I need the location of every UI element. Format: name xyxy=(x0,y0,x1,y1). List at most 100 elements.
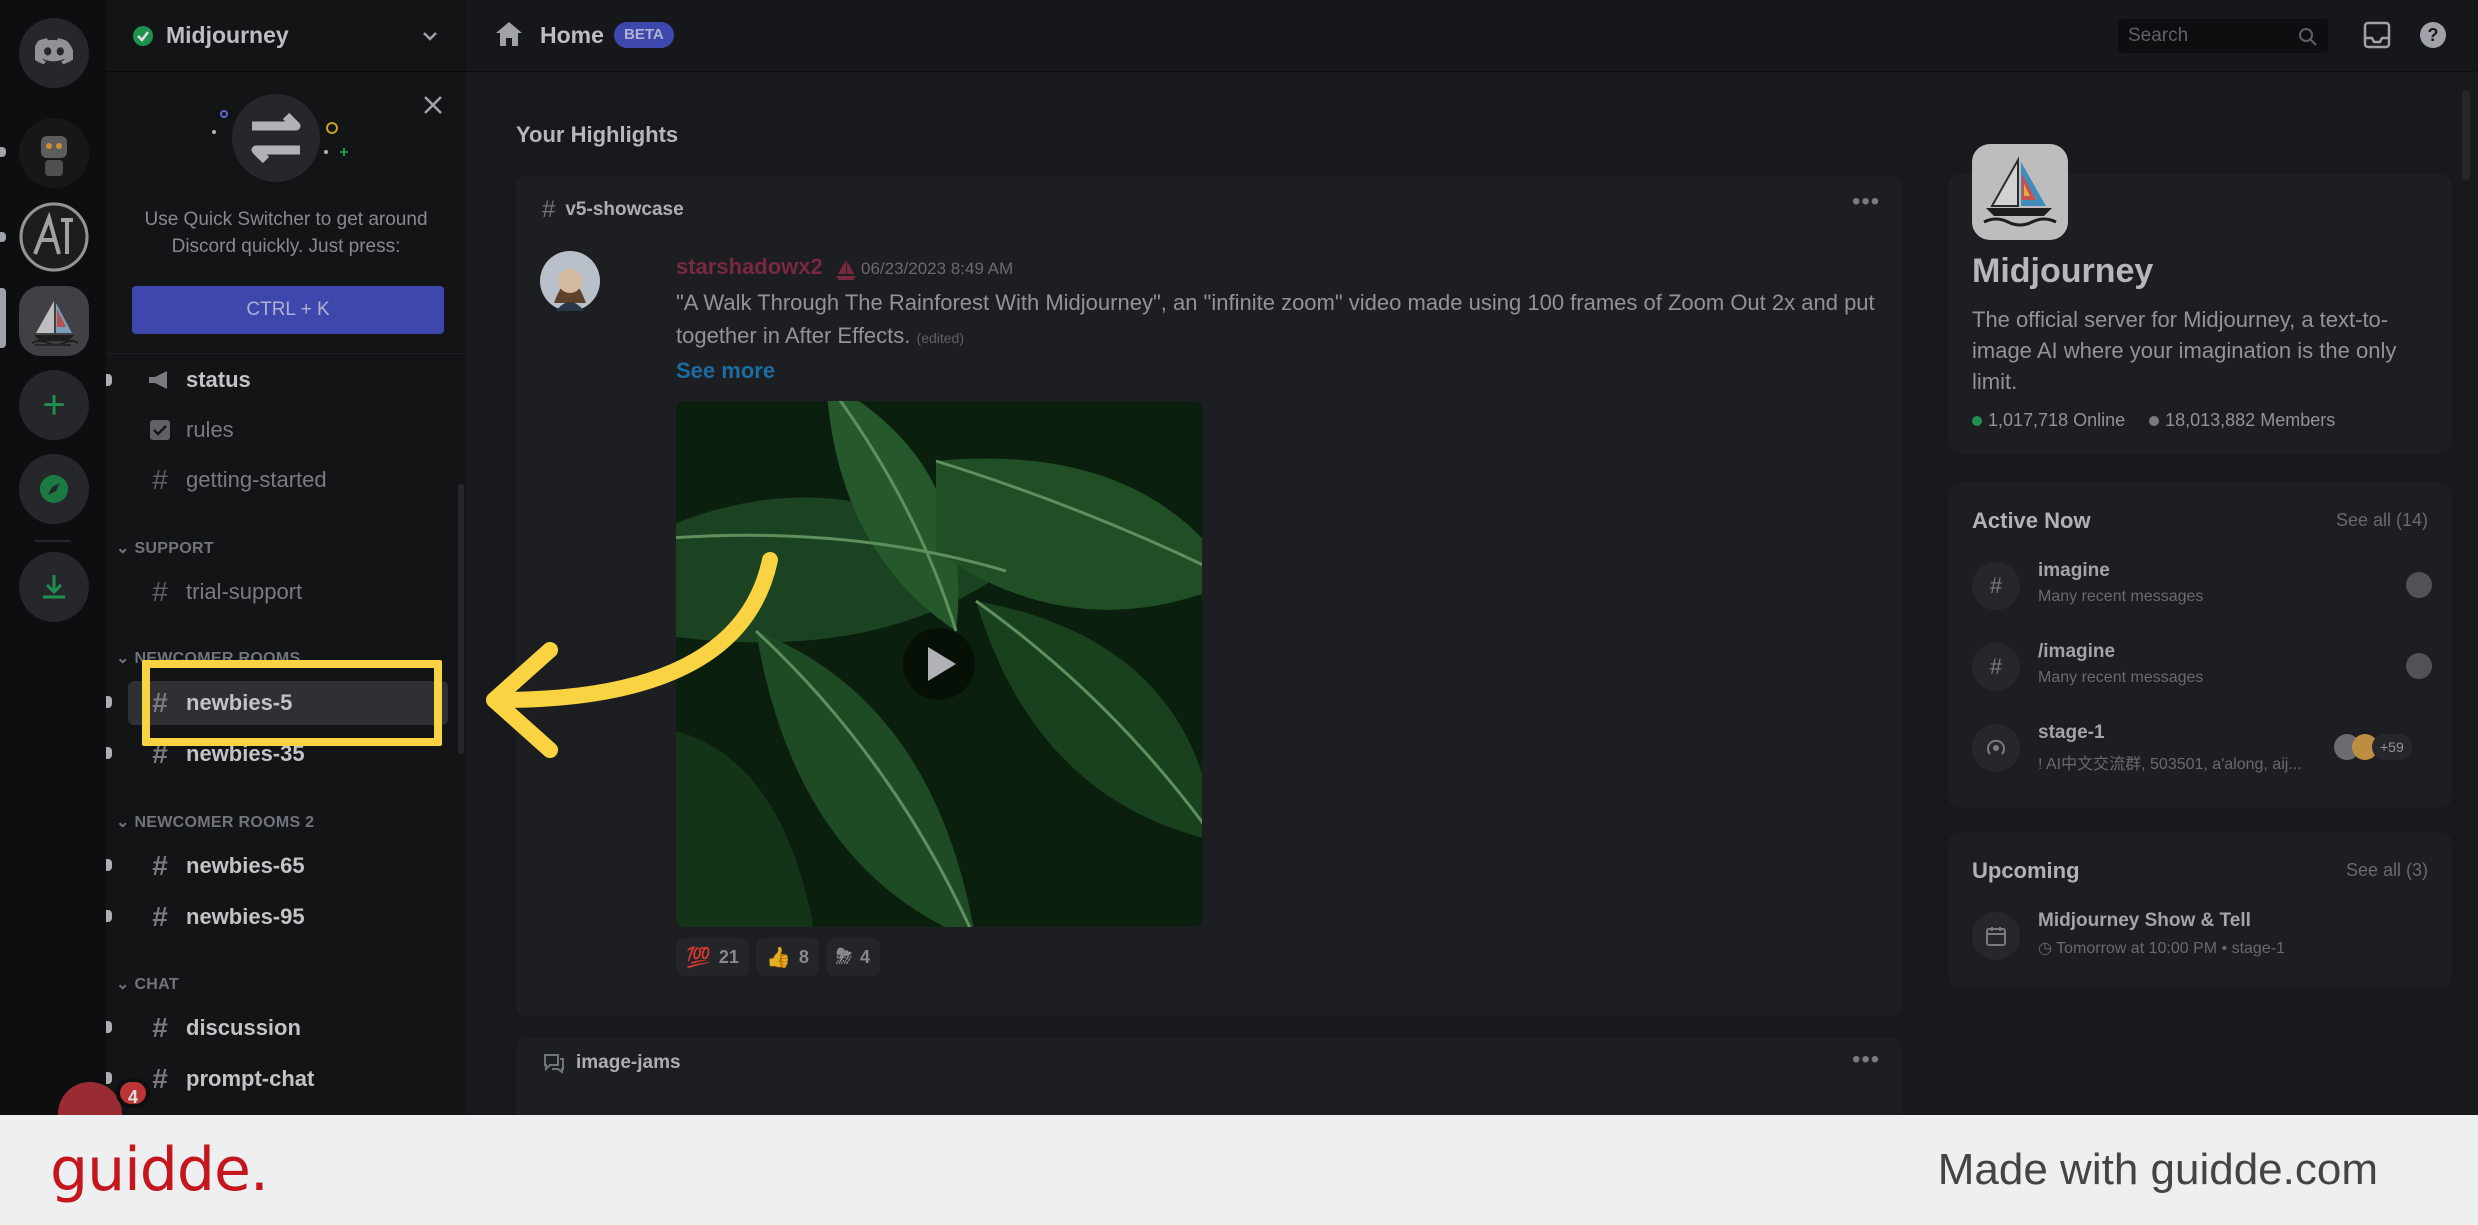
channel-label: newbies-95 xyxy=(186,904,305,929)
unread-indicator xyxy=(106,910,112,922)
sidebar-scrollbar[interactable] xyxy=(458,484,464,754)
inbox-icon[interactable] xyxy=(2362,20,2392,50)
verified-icon xyxy=(133,25,153,46)
rail-separator xyxy=(35,344,71,346)
channel-label: discussion xyxy=(186,1015,301,1040)
quick-switcher-tip: Use Quick Switcher to get around Discord… xyxy=(106,72,466,354)
beta-badge: BETA xyxy=(614,22,674,48)
channel-prompt-chat[interactable]: # prompt-chat xyxy=(128,1057,448,1101)
channel-label: status xyxy=(186,367,251,392)
svg-text:?: ? xyxy=(2428,25,2439,45)
threaded-hashtag-icon: # xyxy=(1972,643,2020,691)
pointer-arrow-icon xyxy=(486,552,778,758)
guidde-logo[interactable]: guidde. xyxy=(50,1135,269,1205)
quick-switcher-shortcut-button[interactable]: CTRL + K xyxy=(132,286,444,334)
server-header[interactable]: Midjourney xyxy=(106,0,466,72)
hashtag-icon: # xyxy=(152,1012,168,1043)
page-title: Home xyxy=(540,22,604,48)
channel-discussion[interactable]: # discussion xyxy=(128,1006,448,1050)
main-scrollbar[interactable] xyxy=(2462,90,2470,180)
channel-getting-started[interactable]: # getting-started xyxy=(128,458,448,502)
midjourney-boat-icon xyxy=(31,301,79,346)
active-now-see-all[interactable]: See all (14) xyxy=(2336,510,2428,531)
search-placeholder: Search xyxy=(2128,25,2189,46)
made-with-text[interactable]: Made with guidde.com xyxy=(1938,1145,2378,1195)
discord-logo-icon xyxy=(35,38,73,65)
guidde-footer: guidde. Made with guidde.com xyxy=(0,1115,2478,1225)
see-more-link[interactable]: See more xyxy=(676,358,775,384)
category-newcomer-rooms-2[interactable]: ⌄ NEWCOMER ROOMS 2 xyxy=(116,812,314,832)
quick-switcher-text: Use Quick Switcher to get around Discord… xyxy=(144,209,428,257)
event-name: Midjourney Show & Tell xyxy=(2038,910,2251,931)
more-options-icon[interactable]: ••• xyxy=(1852,1046,1880,1074)
channel-sidebar: Midjourney Use Quick Switcher to get aro… xyxy=(106,0,466,1115)
active-channel-name: stage-1 xyxy=(2038,722,2105,743)
active-channel-imagine[interactable]: # imagine Many recent messages xyxy=(1972,556,2432,616)
reaction-thumbs-up[interactable]: 👍 8 xyxy=(756,938,819,976)
upcoming-event[interactable]: Midjourney Show & Tell ◷ Tomorrow at 10:… xyxy=(1972,906,2432,966)
server-name: Midjourney xyxy=(166,22,289,48)
participant-overflow: +59 xyxy=(2372,734,2412,760)
channel-label: prompt-chat xyxy=(186,1066,315,1091)
ai-logo-icon xyxy=(19,202,89,272)
explore-servers-button[interactable] xyxy=(19,454,89,524)
robot-avatar-icon xyxy=(19,118,89,188)
active-channel-sub: Many recent messages xyxy=(2038,669,2204,686)
card-channel[interactable]: # v5-showcase xyxy=(542,196,684,224)
calendar-icon xyxy=(1972,912,2020,960)
channel-label: image-jams xyxy=(576,1052,681,1073)
active-channel-name: imagine xyxy=(2038,560,2110,581)
active-channel-slash-imagine[interactable]: # /imagine Many recent messages xyxy=(1972,637,2432,697)
close-icon[interactable] xyxy=(418,90,448,120)
quick-switcher-arrows-icon xyxy=(212,94,348,182)
active-stage-1[interactable]: stage-1 ! AI中文交流群, 503501, a'along, aij.… xyxy=(1972,718,2432,778)
category-support[interactable]: ⌄ SUPPORT xyxy=(116,538,214,558)
server-robot-button[interactable] xyxy=(19,118,89,188)
channel-label: getting-started xyxy=(186,467,327,492)
stage-icon xyxy=(1972,724,2020,772)
reaction-100[interactable]: 💯 21 xyxy=(676,938,749,976)
unread-indicator xyxy=(106,374,112,386)
unread-indicator xyxy=(106,859,112,871)
emoji-storm-icon: ⛈ xyxy=(836,945,852,968)
member-count: 18,013,882 Members xyxy=(2165,410,2336,430)
event-details: ◷ Tomorrow at 10:00 PM • stage-1 xyxy=(2038,940,2285,957)
server-ai-button[interactable] xyxy=(19,202,89,272)
unread-indicator xyxy=(106,747,112,759)
channel-newbies-65[interactable]: # newbies-65 xyxy=(128,844,448,888)
rules-checkbox-icon xyxy=(146,416,174,444)
server-info-card: Midjourney The official server for Midjo… xyxy=(1948,144,2452,454)
more-options-icon[interactable]: ••• xyxy=(1852,188,1880,216)
selected-server-pill xyxy=(0,288,6,348)
server-logo-icon xyxy=(1972,144,2068,240)
hashtag-icon: # xyxy=(152,464,168,495)
forum-icon xyxy=(544,1054,564,1074)
chevron-down-icon[interactable] xyxy=(420,26,440,46)
top-bar: Home BETA Search ? xyxy=(466,0,2478,72)
highlights-heading: Your Highlights xyxy=(516,122,679,147)
message-author[interactable]: starshadowx2 xyxy=(676,254,823,280)
card-channel[interactable]: image-jams xyxy=(542,1052,681,1074)
discord-home-button[interactable] xyxy=(19,18,89,88)
active-now-heading: Active Now xyxy=(1972,508,2091,533)
download-apps-button[interactable] xyxy=(19,552,89,622)
active-channel-name: /imagine xyxy=(2038,641,2116,662)
search-input[interactable]: Search xyxy=(2118,19,2328,53)
online-dot-icon xyxy=(1972,415,1982,426)
reaction-storm[interactable]: ⛈ 4 xyxy=(826,938,881,976)
event-stage: stage-1 xyxy=(2231,940,2285,957)
threaded-hashtag-icon: # xyxy=(1972,562,2020,610)
channel-rules[interactable]: rules xyxy=(128,408,448,452)
author-avatar[interactable] xyxy=(540,251,600,311)
category-chat[interactable]: ⌄ CHAT xyxy=(116,974,179,994)
help-icon[interactable]: ? xyxy=(2418,20,2448,50)
threaded-hashtag-icon: # xyxy=(152,850,168,881)
compass-icon xyxy=(40,475,68,503)
megaphone-icon xyxy=(146,366,174,394)
add-server-button[interactable]: + xyxy=(19,370,89,440)
rail-separator xyxy=(35,540,71,542)
channel-status[interactable]: status xyxy=(128,358,448,402)
upcoming-see-all[interactable]: See all (3) xyxy=(2346,860,2428,881)
channel-newbies-95[interactable]: # newbies-95 xyxy=(128,895,448,939)
channel-trial-support[interactable]: # trial-support xyxy=(128,570,448,614)
